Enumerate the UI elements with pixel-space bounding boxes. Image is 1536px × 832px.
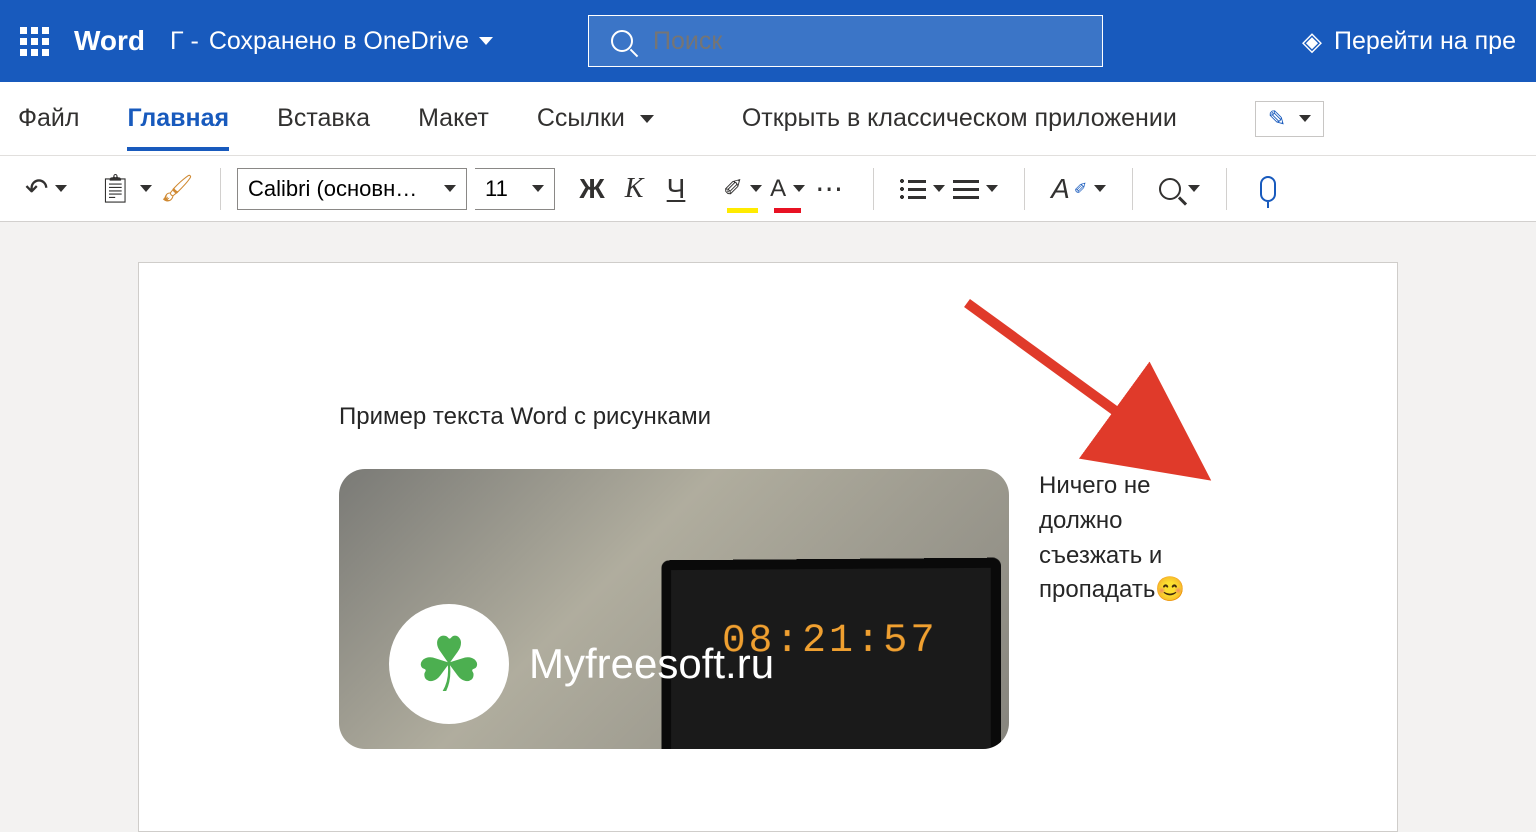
brush-icon: 🖌 <box>161 173 194 204</box>
clover-icon: ☘ <box>389 604 509 724</box>
tab-home[interactable]: Главная <box>127 104 229 133</box>
highlight-icon: ✐ <box>723 174 743 203</box>
chevron-down-icon <box>750 185 762 192</box>
font-name-dropdown[interactable]: Calibri (основн… <box>237 168 467 210</box>
align-icon <box>953 178 979 200</box>
italic-button[interactable]: К <box>617 169 651 209</box>
tab-references-label: Ссылки <box>537 104 625 132</box>
chevron-down-icon <box>1188 185 1200 192</box>
undo-icon: ↶ <box>25 172 48 205</box>
diamond-icon: ◈ <box>1302 26 1322 57</box>
tab-layout[interactable]: Макет <box>418 104 489 133</box>
brush-small-icon: ✐ <box>1074 179 1087 199</box>
chevron-down-icon <box>933 185 945 192</box>
align-button[interactable] <box>953 169 998 209</box>
font-size-value: 11 <box>485 176 508 202</box>
search-input[interactable] <box>653 27 1080 56</box>
format-painter-button[interactable]: 🖌 <box>160 169 194 209</box>
editing-mode-button[interactable]: ✎ <box>1255 101 1324 137</box>
list-icon <box>900 178 926 200</box>
chevron-down-icon <box>1094 185 1106 192</box>
separator <box>1024 168 1025 210</box>
image-logo: ☘ Myfreesoft.ru <box>389 579 774 749</box>
dictate-button[interactable] <box>1243 169 1277 209</box>
document-status-dropdown[interactable]: Г - Сохранено в OneDrive <box>170 27 493 56</box>
chevron-down-icon <box>986 185 998 192</box>
more-font-button[interactable]: ⋯ <box>813 169 847 209</box>
chevron-down-icon <box>793 185 805 192</box>
chevron-down-icon <box>532 185 544 192</box>
search-icon <box>611 30 633 52</box>
highlight-button[interactable]: ✐ <box>723 169 762 209</box>
chevron-down-icon <box>55 185 67 192</box>
underline-button[interactable]: Ч <box>659 169 693 209</box>
font-color-letter: А <box>770 175 786 203</box>
find-button[interactable] <box>1159 169 1200 209</box>
chevron-down-icon <box>140 185 152 192</box>
search-box[interactable] <box>588 15 1103 67</box>
chevron-down-icon <box>479 37 493 45</box>
app-name[interactable]: Word <box>74 25 145 57</box>
chevron-down-icon <box>1299 115 1311 122</box>
chevron-down-icon <box>444 185 456 192</box>
doc-heading[interactable]: Пример текста Word с рисунками <box>339 403 1197 431</box>
find-icon <box>1159 178 1181 200</box>
tab-insert[interactable]: Вставка <box>277 104 370 133</box>
styles-icon: А <box>1051 173 1070 205</box>
chevron-down-icon <box>640 115 654 123</box>
toolbar: ↶ 📋︎ 🖌 Calibri (основн… 11 Ж К Ч ✐ А ⋯ А… <box>0 156 1536 222</box>
premium-label: Перейти на пре <box>1334 27 1516 56</box>
bullets-button[interactable] <box>900 169 945 209</box>
saved-label: Сохранено в OneDrive <box>209 27 469 56</box>
tab-references[interactable]: Ссылки <box>537 104 654 133</box>
separator <box>873 168 874 210</box>
open-in-desktop-button[interactable]: Открыть в классическом приложении <box>742 104 1177 133</box>
more-icon: ⋯ <box>815 172 845 205</box>
app-launcher-icon[interactable] <box>20 27 49 56</box>
pencil-icon: ✎ <box>1268 106 1286 132</box>
site-name: Myfreesoft.ru <box>529 640 774 688</box>
document-page[interactable]: Пример текста Word с рисунками 08:21:57 … <box>138 262 1398 832</box>
bold-button[interactable]: Ж <box>575 169 609 209</box>
undo-button[interactable]: ↶ <box>25 169 67 209</box>
document-canvas: Пример текста Word с рисунками 08:21:57 … <box>0 222 1536 792</box>
tab-file[interactable]: Файл <box>18 104 79 133</box>
paste-button[interactable]: 📋︎ <box>97 169 152 209</box>
font-color-button[interactable]: А <box>770 169 805 209</box>
document-image[interactable]: 08:21:57 ☘ Myfreesoft.ru <box>339 469 1009 749</box>
doc-prefix: Г - <box>170 27 199 56</box>
separator <box>220 168 221 210</box>
separator <box>1132 168 1133 210</box>
separator <box>1226 168 1227 210</box>
microphone-icon <box>1260 176 1276 202</box>
ribbon-tabs: Файл Главная Вставка Макет Ссылки Открыт… <box>0 82 1536 156</box>
clipboard-icon: 📋︎ <box>97 172 133 205</box>
font-name-value: Calibri (основн… <box>248 176 417 202</box>
font-size-dropdown[interactable]: 11 <box>475 168 555 210</box>
title-bar: Word Г - Сохранено в OneDrive ◈ Перейти … <box>0 0 1536 82</box>
document-body[interactable]: Пример текста Word с рисунками 08:21:57 … <box>339 403 1197 749</box>
styles-button[interactable]: А✐ <box>1051 169 1106 209</box>
go-premium-button[interactable]: ◈ Перейти на пре <box>1302 26 1516 57</box>
doc-side-text[interactable]: Ничего не должно съезжать и пропадать😊 <box>1039 469 1197 608</box>
